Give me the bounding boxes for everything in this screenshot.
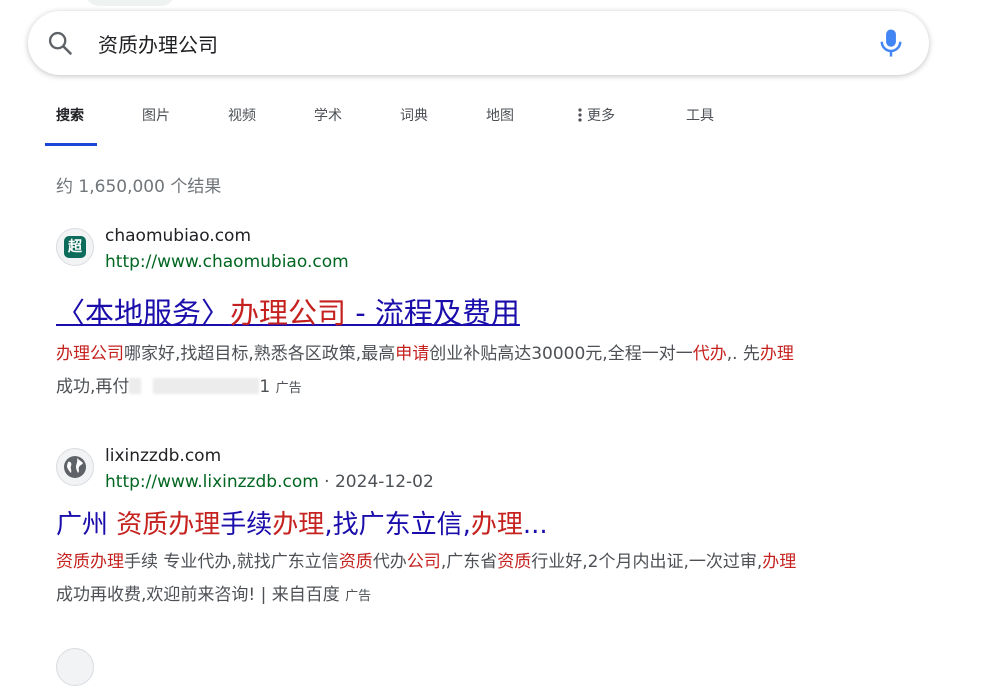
title-text: 〈本地服务〉 (56, 296, 231, 330)
tab-videos[interactable]: 视频 (228, 100, 256, 148)
highlighted-term: 代办 (692, 344, 727, 364)
redacted-text (153, 378, 260, 394)
search-result: 超 chaomubiao.com http://www.chaomubiao.c… (56, 226, 956, 408)
text-segment: 手续 (220, 510, 273, 540)
title-text: - 流程及费用 (346, 296, 520, 330)
search-icon[interactable] (46, 29, 74, 57)
text-segment: ,. 先 (726, 344, 760, 364)
text-segment: 创业补贴高达30000元,全程一对一 (429, 344, 693, 364)
tab-more[interactable]: 更多 (578, 100, 615, 148)
search-tabs: 搜索 图片 视频 学术 词典 地图 更多 工具 (0, 100, 1000, 148)
result-title-link[interactable]: 〈本地服务〉办理公司 - 流程及费用 (56, 290, 520, 332)
text-segment: ,找广东立信, (324, 510, 471, 540)
more-vertical-icon (578, 108, 582, 122)
highlighted-term: 办理公司 (56, 344, 124, 364)
globe-icon (64, 456, 86, 478)
ad-label: 广告 (275, 381, 302, 396)
text-segment: 哪家好,找超目标,熟悉各区政策,最高 (124, 344, 396, 364)
tab-maps[interactable]: 地图 (486, 100, 514, 148)
site-url[interactable]: http://www.chaomubiao.com (105, 252, 349, 272)
result-date: · 2024-12-02 (318, 472, 434, 492)
tab-more-label: 更多 (587, 108, 615, 124)
active-tab-indicator (45, 143, 97, 146)
highlighted-term: 办理 (759, 344, 794, 364)
text-segment: 手续 专业代办,就找广东立信 (124, 552, 339, 572)
snippet-text: 成功再收费,欢迎前来咨询! | 来自百度 (56, 585, 340, 605)
title-highlight: 办理公司 (230, 296, 347, 330)
highlighted-term: 资质办理 (56, 552, 124, 572)
highlighted-term: 办理 (470, 510, 523, 540)
site-favicon[interactable] (56, 448, 94, 486)
snippet-line: 办理公司哪家好,找超目标,熟悉各区政策,最高申请创业补贴高达30000元,全程一… (56, 344, 794, 364)
site-name[interactable]: lixinzzdb.com (105, 446, 221, 466)
highlighted-term: 资质办理 (116, 510, 221, 540)
text-segment: ... (522, 510, 548, 540)
text-segment: 广州 (56, 510, 117, 540)
snippet-line: 资质办理手续 专业代办,就找广东立信资质代办公司,广东省资质行业好,2个月内出证… (56, 552, 796, 572)
ad-label: 广告 (345, 589, 372, 604)
highlighted-term: 办理 (272, 510, 325, 540)
chaomubiao-logo-icon: 超 (64, 236, 86, 258)
highlighted-term: 资质 (338, 552, 373, 572)
result-title-link[interactable]: 广州 资质办理手续办理,找广东立信,办理... (56, 504, 548, 541)
microphone-icon[interactable] (876, 27, 906, 59)
tab-scholar[interactable]: 学术 (314, 100, 342, 148)
tab-tools[interactable]: 工具 (686, 100, 714, 148)
result-snippet: 资质办理手续 专业代办,就找广东立信资质代办公司,广东省资质行业好,2个月内出证… (56, 546, 936, 613)
result-stats: 约 1,650,000 个结果 (56, 177, 222, 197)
highlighted-term: 申请 (395, 344, 430, 364)
site-url[interactable]: http://www.lixinzzdb.com · 2024-12-02 (105, 472, 434, 492)
redacted-text (129, 378, 142, 394)
search-bar[interactable] (28, 11, 929, 75)
tab-images[interactable]: 图片 (142, 100, 170, 148)
result-snippet: 办理公司哪家好,找超目标,熟悉各区政策,最高申请创业补贴高达30000元,全程一… (56, 338, 936, 405)
tab-dictionary[interactable]: 词典 (400, 100, 428, 148)
search-input[interactable] (98, 27, 838, 59)
text-segment: 代办 (372, 552, 407, 572)
site-name[interactable]: chaomubiao.com (105, 226, 251, 246)
snippet-text: 成功,再付 (56, 377, 130, 397)
top-tab-fragment (85, 0, 175, 6)
text-segment: 行业好,2个月内出证,一次过审, (531, 552, 763, 572)
highlighted-term: 资质 (497, 552, 532, 572)
text-segment: ,广东省 (440, 552, 498, 572)
snippet-text: 1 (259, 377, 271, 397)
site-url-text: http://www.lixinzzdb.com (105, 472, 319, 492)
search-result: lixinzzdb.com http://www.lixinzzdb.com ·… (56, 446, 956, 628)
tab-search[interactable]: 搜索 (56, 100, 84, 148)
highlighted-term: 办理 (762, 552, 797, 572)
site-favicon[interactable]: 超 (56, 228, 94, 266)
highlighted-term: 公司 (406, 552, 441, 572)
